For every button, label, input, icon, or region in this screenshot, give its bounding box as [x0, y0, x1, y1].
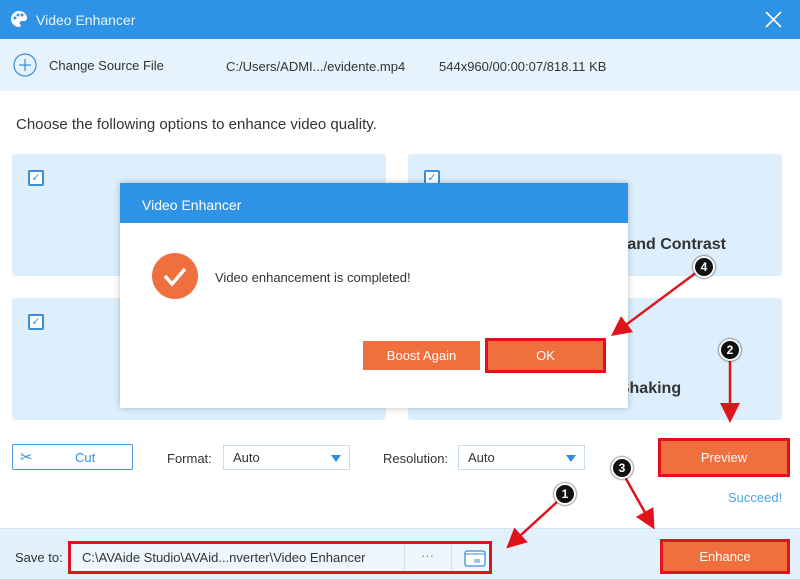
checkbox[interactable]: ✓: [28, 314, 44, 330]
boost-again-button[interactable]: Boost Again: [363, 341, 480, 370]
cut-label: Cut: [75, 450, 96, 465]
dialog-message: Video enhancement is completed!: [215, 270, 411, 285]
annotation-badge: 1: [554, 483, 576, 505]
annotation-badge: 3: [611, 457, 633, 479]
completion-dialog: Video Enhancer Video enhancement is comp…: [120, 183, 628, 408]
check-circle-icon: [152, 253, 198, 299]
save-path: C:\AVAide Studio\AVAid...nverter\Video E…: [82, 550, 366, 565]
arrow-3: [623, 476, 655, 530]
checkbox[interactable]: ✓: [28, 170, 44, 186]
source-bar: Change Source File C:/Users/ADMI.../evid…: [0, 39, 800, 91]
resolution-value: Auto: [468, 450, 495, 465]
browse-button[interactable]: ···: [421, 548, 434, 563]
palette-icon: [11, 11, 28, 27]
chevron-down-icon: [331, 455, 341, 462]
source-path: C:/Users/ADMI.../evidente.mp4: [226, 59, 406, 74]
folder-icon[interactable]: [464, 548, 486, 567]
save-path-field[interactable]: C:\AVAide Studio\AVAid...nverter\Video E…: [68, 541, 492, 574]
preview-button[interactable]: Preview: [658, 438, 790, 477]
format-select[interactable]: Auto: [223, 445, 350, 470]
resolution-select[interactable]: Auto: [458, 445, 585, 470]
change-source-label: Change Source File: [49, 57, 164, 73]
resolution-label: Resolution:: [383, 451, 449, 466]
status-text: Succeed!: [728, 490, 783, 505]
plus-circle-icon: [13, 53, 37, 77]
format-value: Auto: [233, 450, 260, 465]
chevron-down-icon: [566, 455, 576, 462]
ok-button[interactable]: OK: [485, 338, 606, 373]
save-label: Save to:: [15, 550, 63, 565]
close-icon[interactable]: [765, 11, 782, 28]
change-source-button[interactable]: Change Source File: [13, 53, 164, 77]
source-info: 544x960/00:00:07/818.11 KB: [439, 59, 607, 74]
title-bar: Video Enhancer: [0, 0, 800, 39]
cut-button[interactable]: ✂ Cut: [12, 444, 133, 470]
scissors-icon: ✂: [20, 449, 33, 466]
save-bar: Save to: C:\AVAide Studio\AVAid...nverte…: [0, 528, 800, 579]
enhance-button[interactable]: Enhance: [660, 539, 790, 574]
annotation-badge: 4: [693, 256, 715, 278]
annotation-badge: 2: [719, 339, 741, 361]
window-title: Video Enhancer: [36, 12, 136, 28]
format-label: Format:: [167, 451, 212, 466]
dialog-title: Video Enhancer: [120, 183, 628, 223]
instructions: Choose the following options to enhance …: [16, 116, 377, 133]
